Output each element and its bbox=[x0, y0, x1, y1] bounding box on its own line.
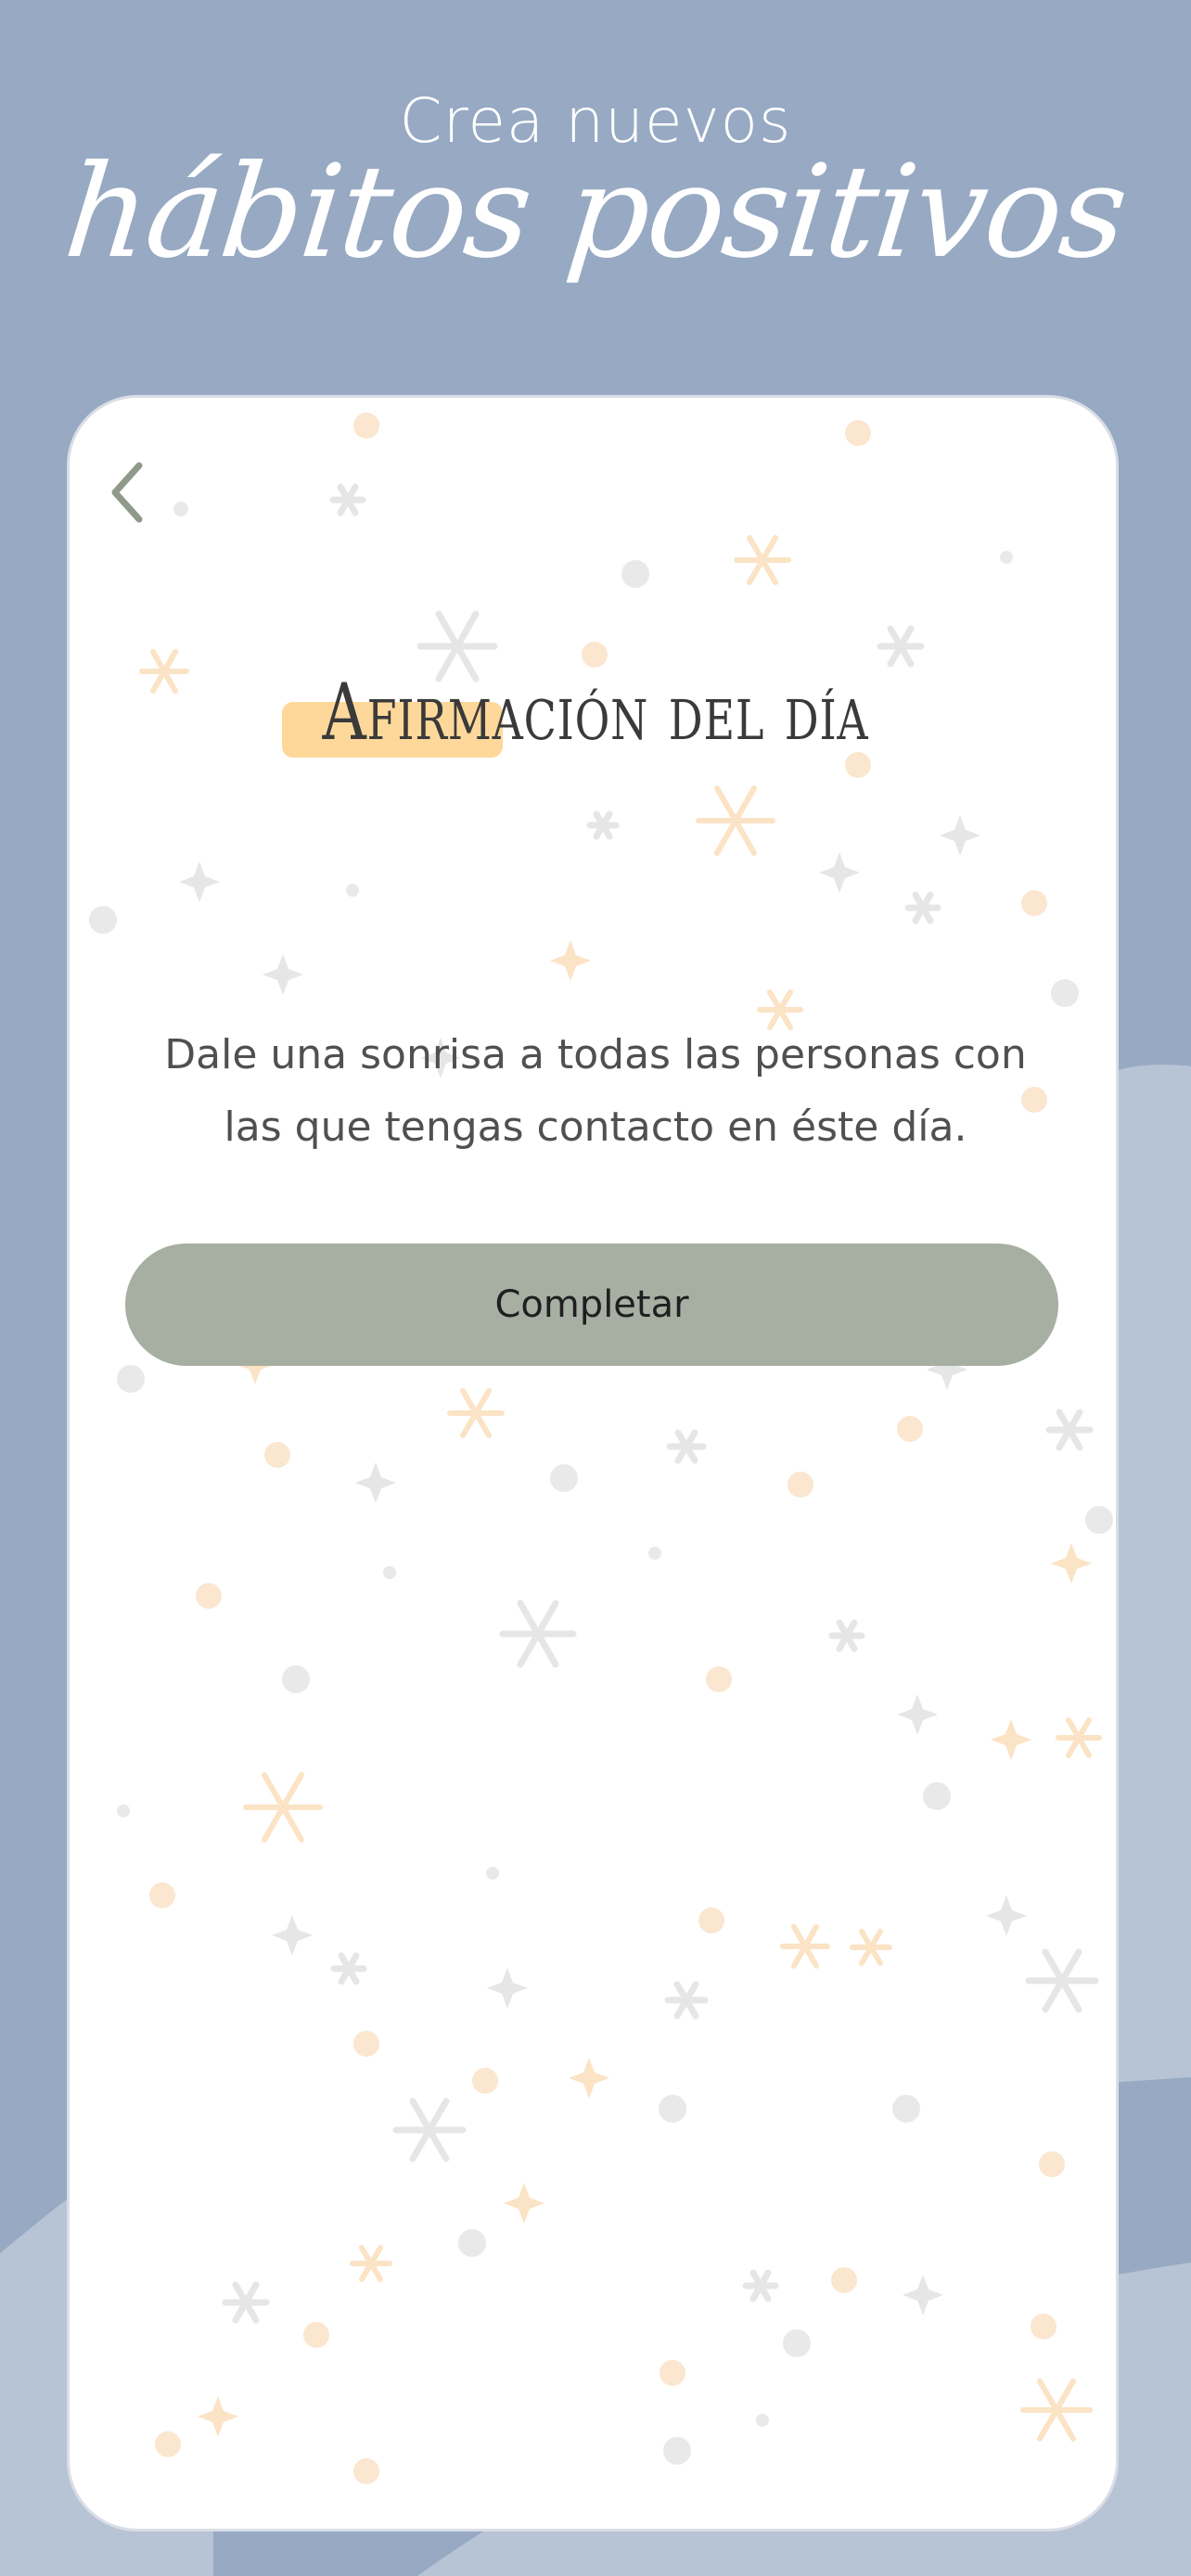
chevron-left-icon bbox=[111, 462, 143, 523]
page-title: Afirmación del día bbox=[322, 667, 869, 758]
complete-button[interactable]: Completar bbox=[125, 1243, 1058, 1366]
affirmation-text: Dale una sonrisa a todas las personas co… bbox=[164, 1031, 1027, 1151]
heading-block: Afirmación del día bbox=[70, 657, 1116, 778]
promo-title: hábitos positivos bbox=[58, 137, 1133, 287]
phone-screen: Afirmación del día Dale una sonrisa a to… bbox=[67, 395, 1119, 2531]
back-button[interactable] bbox=[96, 453, 160, 531]
promo-header: Crea nuevos hábitos positivos bbox=[0, 0, 1191, 389]
